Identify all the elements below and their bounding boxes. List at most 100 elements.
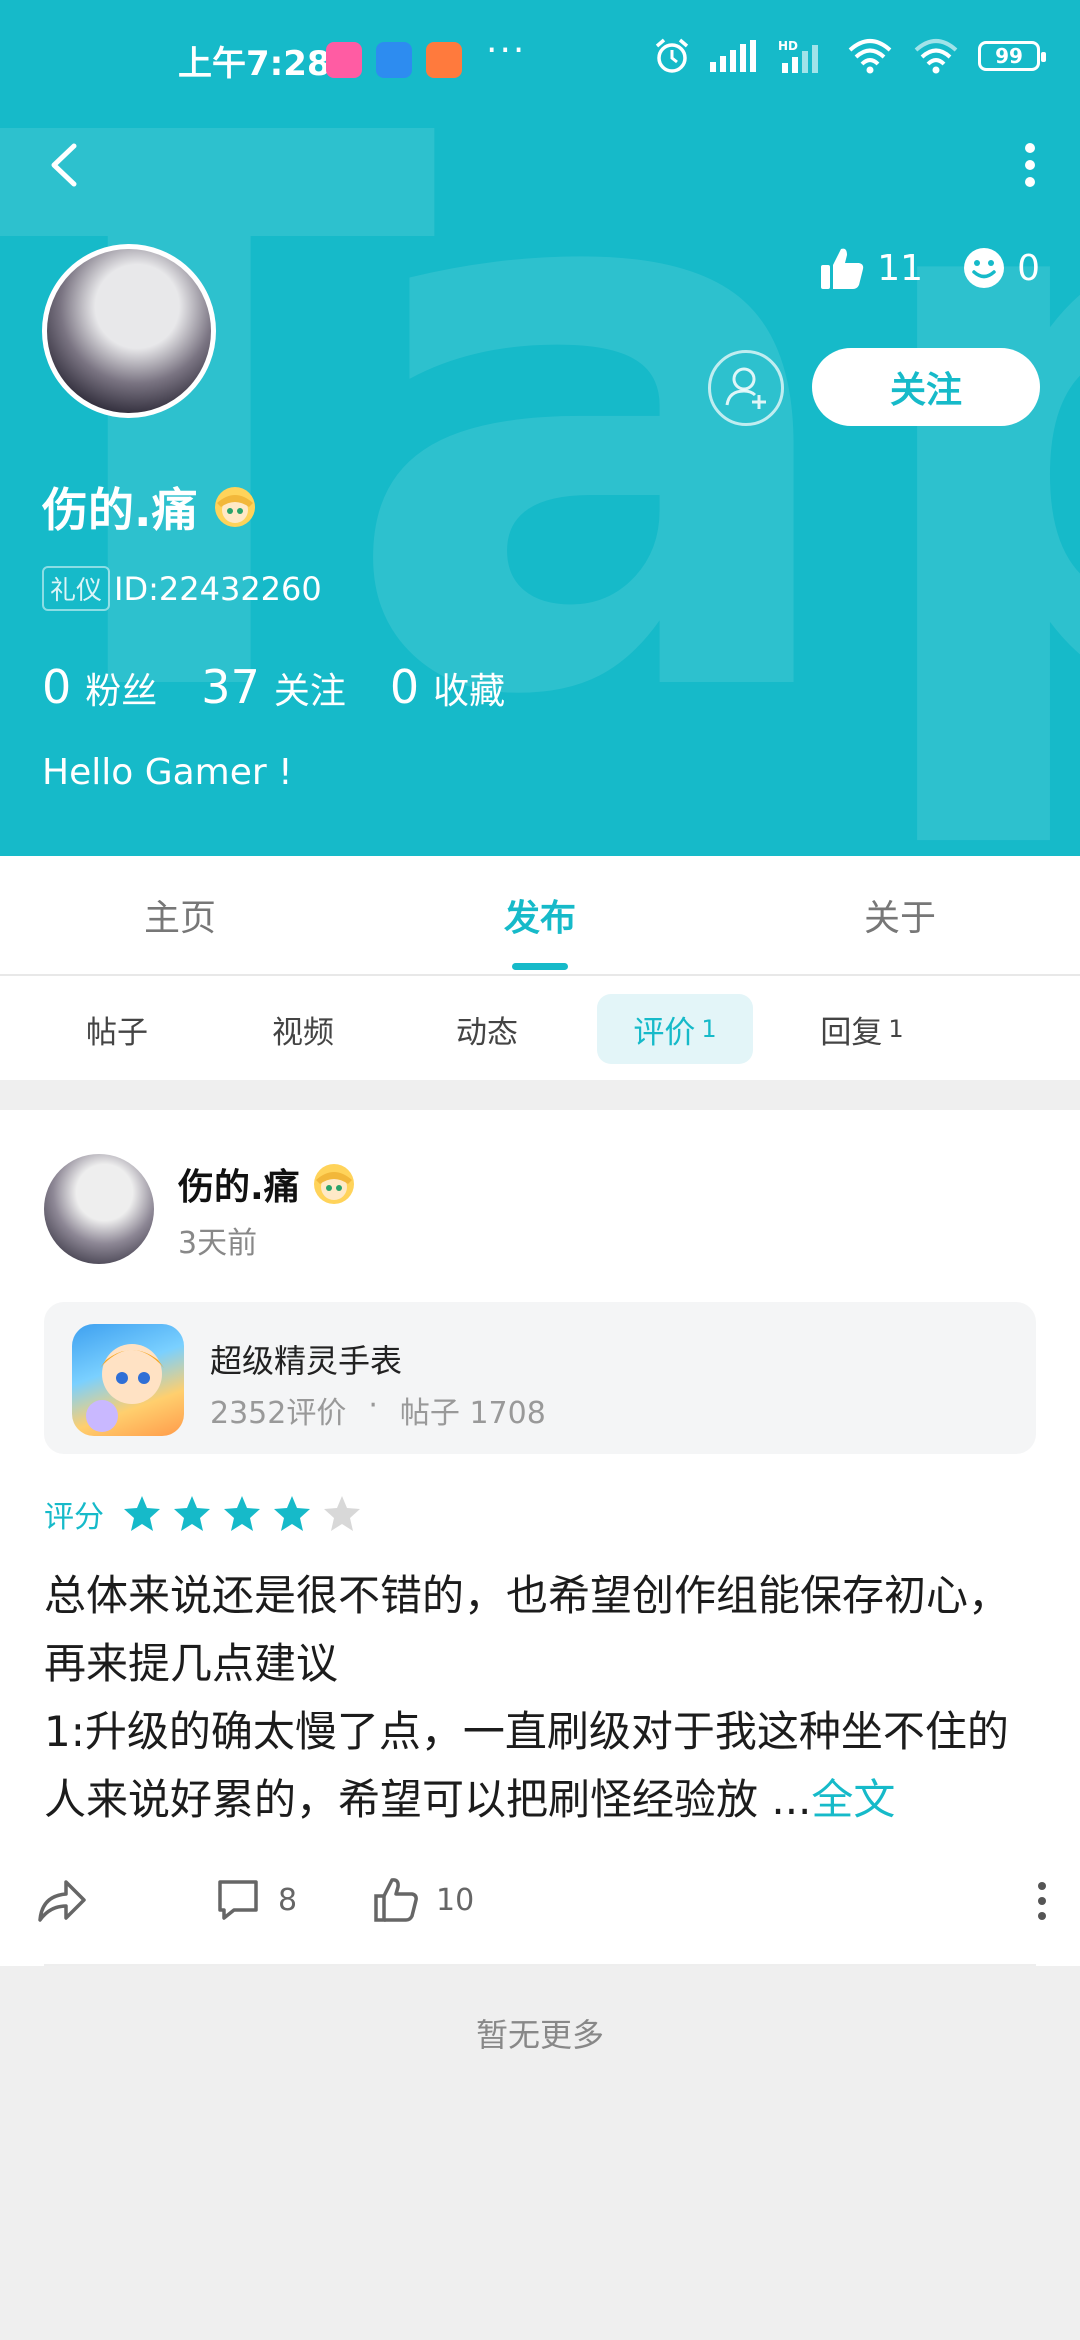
store-notification-icon <box>426 42 462 78</box>
thumbs-up-icon <box>821 248 864 289</box>
like-button[interactable]: 10 <box>372 1876 474 1924</box>
star-icon <box>174 1496 210 1531</box>
share-icon <box>38 1880 86 1922</box>
subtab-reviews-label: 评价 <box>633 1014 696 1051</box>
rating-label: 评分 <box>44 1500 104 1535</box>
star-icon <box>324 1496 360 1531</box>
fans-count[interactable]: 0 粉丝 <box>42 660 157 714</box>
main-tabs: 主页 发布 关于 <box>0 856 1080 976</box>
sub-tabs: 帖子 视频 动态 评价 1 回复 1 <box>0 976 1080 1080</box>
review-text-block[interactable]: 总体来说还是很不错的，也希望创作组能保存初心，再来提几点建议 1:升级的确太慢了… <box>44 1562 1044 1834</box>
etiquette-badge: 礼仪 <box>42 566 111 611</box>
profile-bio: Hello Gamer ! <box>42 752 293 793</box>
browser-notification-icon <box>376 42 412 78</box>
profile-name: 伤的.痛 <box>42 483 198 537</box>
signal-hd-icon: HD <box>778 39 818 73</box>
post-time: 3天前 <box>178 1226 258 1261</box>
add-friend-button[interactable] <box>708 350 784 426</box>
subtab-replies-count: 1 <box>888 1015 904 1043</box>
favorites-label: 收藏 <box>433 671 506 712</box>
favorites-number: 0 <box>389 660 420 714</box>
profile-header: Tap 上午7:28 ··· HD <box>0 0 1080 856</box>
profile-id-row: 礼仪 ID:22432260 <box>42 566 322 611</box>
tab-about[interactable]: 关于 <box>720 856 1080 974</box>
comment-icon <box>218 1880 258 1920</box>
fans-label: 粉丝 <box>85 671 158 712</box>
smiles-count: 0 <box>1017 247 1040 289</box>
share-button[interactable] <box>34 1876 88 1926</box>
more-vertical-icon[interactable] <box>1020 140 1040 190</box>
no-more-text: 暂无更多 <box>475 2016 604 2054</box>
review-card[interactable]: 伤的.痛 3天前 超级精灵手表 2352评价 · 帖子 1708 评分 总体来说… <box>0 1110 1080 1966</box>
battery-icon: 99 <box>978 41 1046 71</box>
profile-id: ID:22432260 <box>114 569 322 608</box>
like-count: 10 <box>436 1882 475 1918</box>
comment-button[interactable]: 8 <box>214 1876 297 1924</box>
post-actions: 8 10 <box>0 1862 1080 1942</box>
author-avatar[interactable] <box>44 1154 154 1264</box>
mascot-badge-icon <box>313 1164 354 1204</box>
svg-text:HD: HD <box>778 39 798 53</box>
smile-icon <box>964 248 1005 288</box>
following-number: 37 <box>201 660 260 714</box>
back-icon[interactable] <box>44 140 84 190</box>
subtab-replies[interactable]: 回复 1 <box>792 994 932 1064</box>
wifi-icon <box>848 39 892 74</box>
rating-row: 评分 <box>44 1492 362 1536</box>
favorites-count[interactable]: 0 收藏 <box>390 660 505 714</box>
subtab-threads-label: 帖子 <box>86 1014 148 1051</box>
profile-counts: 0 粉丝 37 关注 0 收藏 <box>42 660 505 714</box>
thumbs-up-outline-icon <box>374 1878 418 1922</box>
more-notifications-icon: ··· <box>486 30 527 71</box>
card-divider <box>44 1964 1036 1966</box>
subtab-threads[interactable]: 帖子 <box>52 994 182 1064</box>
battery-level: 99 <box>995 44 1023 68</box>
wifi-2-icon <box>914 39 958 74</box>
subtab-moments-label: 动态 <box>456 1014 518 1051</box>
follow-button[interactable]: 关注 <box>812 348 1040 426</box>
game-posts: 帖子 1708 <box>399 1396 546 1431</box>
profile-avatar[interactable] <box>42 244 216 418</box>
subtab-replies-label: 回复 <box>820 1014 883 1051</box>
rating-stars <box>122 1494 362 1534</box>
likes-count: 11 <box>877 247 924 289</box>
notification-icons <box>326 42 462 78</box>
status-right: HD 99 <box>652 36 1046 76</box>
subtab-reviews[interactable]: 评价 1 <box>597 994 753 1064</box>
subtab-videos-label: 视频 <box>272 1014 334 1051</box>
status-time: 上午7:28 <box>178 44 331 84</box>
star-icon <box>224 1496 260 1531</box>
game-art-icon <box>86 1344 164 1432</box>
smile-stat[interactable]: 0 <box>963 247 1040 289</box>
game-info-box[interactable]: 超级精灵手表 2352评价 · 帖子 1708 <box>44 1302 1036 1454</box>
following-label: 关注 <box>273 671 346 712</box>
tab-home[interactable]: 主页 <box>0 856 360 974</box>
star-icon <box>124 1496 160 1531</box>
add-user-icon <box>725 367 766 409</box>
star-icon <box>274 1496 310 1531</box>
subtab-reviews-count: 1 <box>701 1015 717 1043</box>
game-meta-separator: · <box>368 1388 378 1423</box>
signal-icon <box>710 40 756 72</box>
game-name: 超级精灵手表 <box>210 1342 403 1380</box>
subtab-videos[interactable]: 视频 <box>238 994 368 1064</box>
app-notification-icon <box>326 42 362 78</box>
tab-posts[interactable]: 发布 <box>360 856 720 974</box>
alarm-icon <box>655 38 689 73</box>
game-meta: 2352评价 · 帖子 1708 <box>210 1388 546 1432</box>
subtab-moments[interactable]: 动态 <box>422 994 552 1064</box>
following-count[interactable]: 37 关注 <box>201 660 346 714</box>
comment-count: 8 <box>278 1882 298 1918</box>
mascot-badge-icon <box>215 487 256 527</box>
post-more-icon[interactable] <box>1034 1876 1050 1926</box>
author-name-row: 伤的.痛 <box>178 1158 356 1210</box>
status-bar: 上午7:28 ··· HD 99 <box>0 0 1080 120</box>
profile-name-row: 伤的.痛 <box>42 474 257 540</box>
likes-stat[interactable]: 11 <box>819 245 923 291</box>
fans-number: 0 <box>42 660 72 714</box>
author-name[interactable]: 伤的.痛 <box>178 1158 300 1210</box>
read-more-link[interactable]: 全文 <box>811 1775 895 1824</box>
game-reviews: 2352评价 <box>210 1396 347 1431</box>
profile-reactions: 11 0 <box>819 245 1040 291</box>
game-icon <box>72 1324 184 1436</box>
